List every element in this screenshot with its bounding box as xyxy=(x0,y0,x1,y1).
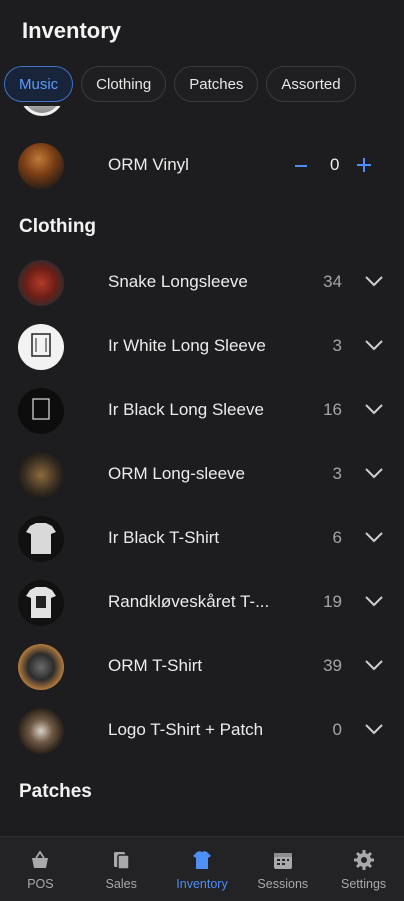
nav-label: Inventory xyxy=(176,877,228,891)
list-item[interactable]: ORM Long-sleeve 3 xyxy=(0,445,404,505)
list-item[interactable]: Randkløveskåret T-... 19 xyxy=(0,573,404,633)
item-count: 39 xyxy=(323,656,342,675)
chevron-down-icon[interactable] xyxy=(364,402,384,416)
gear-icon xyxy=(353,850,374,870)
nav-inventory[interactable]: Inventory xyxy=(162,837,243,901)
product-thumbnail xyxy=(18,516,64,562)
receipt-icon xyxy=(114,852,130,870)
nav-label: Sales xyxy=(105,877,137,891)
section-title-clothing: Clothing xyxy=(19,216,97,237)
product-thumbnail xyxy=(18,580,64,626)
list-item: ORM Vinyl 0 xyxy=(0,136,404,196)
item-name: ORM Long-sleeve xyxy=(108,464,246,483)
item-name: Ir Black Long Sleeve xyxy=(108,400,264,419)
list-item[interactable]: Snake Longsleeve 34 xyxy=(0,253,404,313)
item-name: ORM Vinyl xyxy=(108,155,189,174)
nav-label: Settings xyxy=(341,877,387,891)
tab-music[interactable]: Music xyxy=(4,66,74,102)
nav-sales[interactable]: Sales xyxy=(81,837,162,901)
item-count: 3 xyxy=(332,464,342,483)
item-count: 34 xyxy=(323,272,342,291)
chevron-down-icon[interactable] xyxy=(364,274,384,288)
nav-label: POS xyxy=(27,877,54,891)
chevron-down-icon[interactable] xyxy=(364,594,384,608)
nav-label: Sessions xyxy=(257,877,309,891)
item-name: Randkløveskåret T-... xyxy=(108,592,270,611)
category-tabs: Music Clothing Patches Assorted xyxy=(4,66,404,104)
product-thumbnail xyxy=(18,708,64,754)
item-count: 0 xyxy=(332,720,342,739)
product-thumbnail xyxy=(18,260,64,306)
product-thumbnail xyxy=(18,644,64,690)
item-count: 16 xyxy=(323,400,342,419)
bottom-navigation: POS Sales Inventory Sessions Settings xyxy=(0,836,404,901)
product-thumbnail xyxy=(18,143,64,189)
list-item[interactable]: Ir White Long Sleeve 3 xyxy=(0,317,404,377)
section-title-patches: Patches xyxy=(19,781,92,802)
tab-clothing[interactable]: Clothing xyxy=(81,66,167,102)
item-count: 19 xyxy=(323,592,342,611)
plus-icon[interactable] xyxy=(355,156,373,174)
tshirt-icon xyxy=(192,851,211,869)
list-item[interactable]: Logo T-Shirt + Patch 0 xyxy=(0,701,404,761)
item-name: Ir Black T-Shirt xyxy=(108,528,220,547)
item-name: Ir White Long Sleeve xyxy=(108,336,266,355)
product-thumbnail xyxy=(20,106,64,116)
item-count: 6 xyxy=(332,528,342,547)
tab-assorted[interactable]: Assorted xyxy=(266,66,356,102)
product-thumbnail xyxy=(18,452,64,498)
chevron-down-icon[interactable] xyxy=(364,466,384,480)
nav-pos[interactable]: POS xyxy=(0,837,81,901)
quantity-value: 0 xyxy=(330,155,340,174)
product-thumbnail xyxy=(18,388,64,434)
product-thumbnail xyxy=(18,324,64,370)
item-name: Logo T-Shirt + Patch xyxy=(108,720,264,739)
item-count: 3 xyxy=(332,336,342,355)
calendar-icon xyxy=(273,853,292,869)
chevron-down-icon[interactable] xyxy=(364,658,384,672)
nav-settings[interactable]: Settings xyxy=(323,837,404,901)
tab-patches[interactable]: Patches xyxy=(174,66,259,102)
list-item[interactable]: ORM T-Shirt 39 xyxy=(0,637,404,697)
list-item[interactable]: Ir Black Long Sleeve 16 xyxy=(0,381,404,441)
chevron-down-icon[interactable] xyxy=(364,722,384,736)
inventory-list[interactable]: ORM Vinyl 0 Clothing Snake Longsleeve 34… xyxy=(0,106,404,836)
item-name: Snake Longsleeve xyxy=(108,272,248,291)
chevron-down-icon[interactable] xyxy=(364,530,384,544)
list-item[interactable]: Ir Black T-Shirt 6 xyxy=(0,509,404,569)
item-name: ORM T-Shirt xyxy=(108,656,203,675)
basket-icon xyxy=(32,850,49,868)
minus-icon[interactable] xyxy=(292,157,310,175)
nav-sessions[interactable]: Sessions xyxy=(242,837,323,901)
page-title: Inventory xyxy=(22,18,122,43)
chevron-down-icon[interactable] xyxy=(364,338,384,352)
